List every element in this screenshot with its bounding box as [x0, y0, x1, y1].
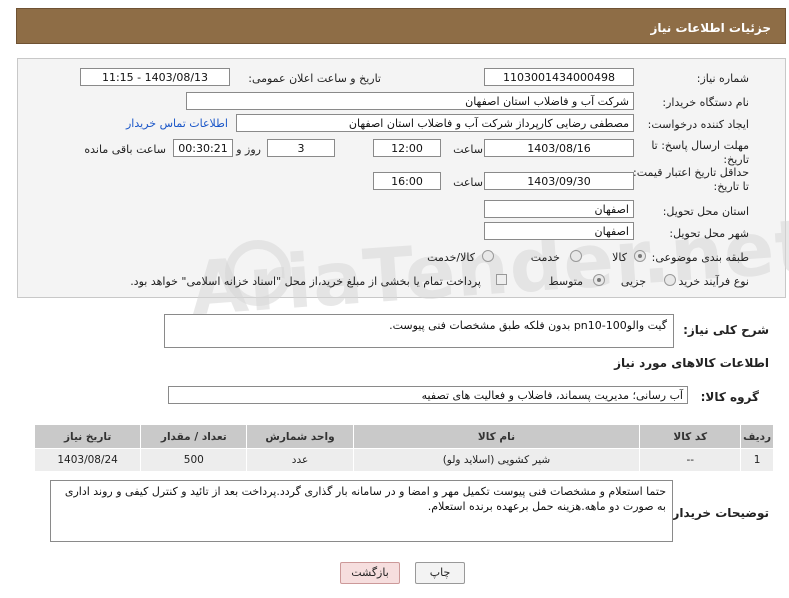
days-label: روز و	[236, 143, 261, 156]
buyer-org-field: شرکت آب و فاضلاب استان اصفهان	[186, 92, 634, 110]
category-goods-service-radio[interactable]	[482, 250, 494, 262]
province-label: استان محل تحویل:	[662, 205, 749, 218]
need-number-label: شماره نیاز:	[696, 72, 749, 85]
remaining-time-field: 00:30:21	[173, 139, 233, 157]
category-goods-radio[interactable]	[634, 250, 646, 262]
description-text: گیت والوpn10-100 بدون فلکه طبق مشخصات فن…	[389, 319, 667, 332]
cell-need-date: 1403/08/24	[33, 448, 142, 472]
price-validity-label: حداقل تاریخ اعتبار قیمت: تا تاریخ:	[633, 166, 749, 193]
goods-group-label: گروه کالا:	[700, 390, 759, 404]
buyer-notes-label: توضیحات خریدار:	[667, 506, 769, 520]
category-goods-label: کالا	[612, 251, 627, 264]
price-time-label: ساعت	[453, 176, 483, 189]
announce-field: 1403/08/13 - 11:15	[80, 68, 230, 86]
price-time-field: 16:00	[373, 172, 441, 190]
reply-time-field: 12:00	[373, 139, 441, 157]
buyer-notes-textarea: حتما استعلام و مشخصات فنی پیوست تکمیل مه…	[50, 480, 673, 542]
buyer-contact-link[interactable]: اطلاعات تماس خریدار	[126, 117, 228, 130]
remaining-label: ساعت باقی مانده	[84, 143, 166, 156]
cell-unit: عدد	[246, 448, 354, 472]
city-label: شهر محل تحویل:	[669, 227, 749, 240]
cell-row: 1	[740, 448, 774, 472]
description-label: شرح کلی نیاز:	[683, 323, 769, 337]
col-row: ردیف	[740, 424, 774, 449]
table-row: 1 -- شیر کشویی (اسلاید ولو) عدد 500 1403…	[33, 448, 774, 472]
page-title: جزئیات اطلاعات نیاز	[650, 21, 771, 35]
process-label: نوع فرآیند خرید :	[671, 275, 749, 288]
category-service-label: خدمت	[530, 251, 560, 264]
goods-group-field: آب رسانی؛ مدیریت پسماند، فاضلاب و فعالیت…	[168, 386, 688, 404]
buyer-org-label: نام دستگاه خریدار:	[662, 96, 749, 109]
process-minor-label: جزیی	[620, 275, 646, 288]
province-field: اصفهان	[484, 200, 634, 218]
process-medium-label: متوسط	[548, 275, 583, 288]
col-need-date: تاریخ نیاز	[33, 424, 142, 449]
cell-name: شیر کشویی (اسلاید ولو)	[352, 448, 641, 472]
category-service-radio[interactable]	[570, 250, 582, 262]
city-field: اصفهان	[484, 222, 634, 240]
col-unit: واحد شمارش	[246, 424, 354, 449]
process-minor-radio[interactable]	[664, 274, 676, 286]
cell-quantity: 500	[140, 448, 248, 472]
page-header: جزئیات اطلاعات نیاز	[16, 8, 786, 44]
need-number-field: 1103001434000498	[484, 68, 634, 86]
col-code: کد کالا	[639, 424, 742, 449]
goods-section-title: اطلاعات کالاهای مورد نیاز	[614, 356, 769, 370]
back-button[interactable]: بازگشت	[340, 562, 400, 584]
description-textarea: گیت والوpn10-100 بدون فلکه طبق مشخصات فن…	[164, 314, 674, 348]
col-name: نام کالا	[352, 424, 641, 449]
category-label: طبقه بندی موضوعی:	[651, 251, 749, 264]
reply-time-label: ساعت	[453, 143, 483, 156]
col-quantity: تعداد / مقدار	[140, 424, 248, 449]
creator-label: ایجاد کننده درخواست:	[647, 118, 749, 131]
process-medium-radio[interactable]	[593, 274, 605, 286]
creator-field: مصطفی رضایی کارپرداز شرکت آب و فاضلاب اس…	[236, 114, 634, 132]
cell-code: --	[639, 448, 742, 472]
payment-note: پرداخت تمام یا بخشی از مبلغ خرید،از محل …	[130, 275, 481, 288]
category-goods-service-label: کالا/خدمت	[427, 251, 475, 264]
announce-label: تاریخ و ساعت اعلان عمومی:	[248, 72, 381, 85]
goods-table-header: ردیف کد کالا نام کالا واحد شمارش تعداد /…	[33, 424, 774, 449]
treasury-payment-checkbox[interactable]	[496, 274, 507, 285]
reply-date-field: 1403/08/16	[484, 139, 634, 157]
buyer-notes-text: حتما استعلام و مشخصات فنی پیوست تکمیل مه…	[64, 485, 666, 513]
print-button[interactable]: چاپ	[415, 562, 465, 584]
price-date-field: 1403/09/30	[484, 172, 634, 190]
reply-deadline-label: مهلت ارسال پاسخ: تا تاریخ:	[651, 139, 749, 166]
days-field: 3	[267, 139, 335, 157]
goods-table: ردیف کد کالا نام کالا واحد شمارش تعداد /…	[33, 424, 774, 472]
